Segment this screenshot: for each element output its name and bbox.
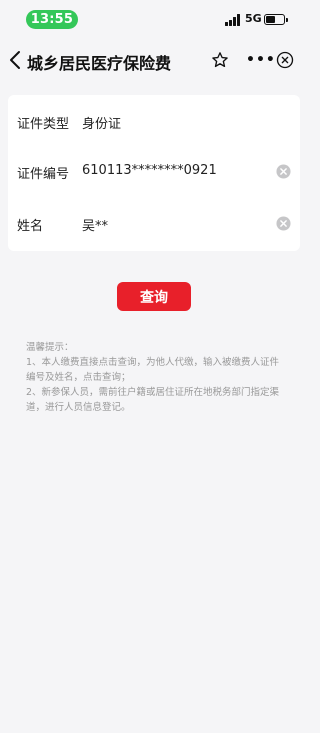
status-time: 13:55 (26, 10, 78, 29)
signal-icon (225, 14, 241, 26)
query-button[interactable]: 查询 (117, 282, 191, 311)
query-form-card: 证件类型 身份证 证件编号 610113********0921 姓名 吴** (8, 95, 300, 251)
id-type-label: 证件类型 (17, 117, 70, 132)
nav-bar: 城乡居民医疗保险费 ••• (0, 40, 308, 80)
tips-title: 温馨提示： (26, 342, 74, 353)
page-title: 城乡居民医疗保险费 (27, 54, 172, 73)
id-type-row[interactable]: 证件类型 身份证 (8, 107, 300, 137)
clear-id-number-icon[interactable] (276, 164, 291, 179)
star-icon[interactable] (211, 51, 229, 69)
id-number-input[interactable]: 610113********0921 (82, 163, 217, 178)
clear-name-icon[interactable] (276, 216, 291, 231)
id-number-row: 证件编号 610113********0921 (8, 157, 300, 187)
back-icon[interactable] (8, 50, 24, 70)
close-mini-program-icon[interactable] (276, 51, 294, 69)
status-bar: 13:55 5G (0, 0, 308, 36)
network-type: 5G (245, 12, 262, 25)
more-icon[interactable]: ••• (246, 53, 276, 67)
tips-section: 温馨提示： 1、本人缴费直接点击查询，为他人代缴，输入被缴费人证件编号及姓名，点… (26, 340, 288, 415)
name-label: 姓名 (17, 219, 44, 234)
battery-icon (264, 14, 288, 25)
tips-line-1: 1、本人缴费直接点击查询，为他人代缴，输入被缴费人证件编号及姓名，点击查询； (26, 357, 280, 383)
name-row: 姓名 吴** (8, 209, 300, 239)
name-input[interactable]: 吴** (82, 215, 108, 234)
tips-line-2: 2、新参保人员，需前往户籍或居住证所在地税务部门指定渠道，进行人员信息登记。 (26, 387, 280, 413)
id-number-label: 证件编号 (17, 167, 70, 182)
id-type-value[interactable]: 身份证 (82, 113, 121, 132)
